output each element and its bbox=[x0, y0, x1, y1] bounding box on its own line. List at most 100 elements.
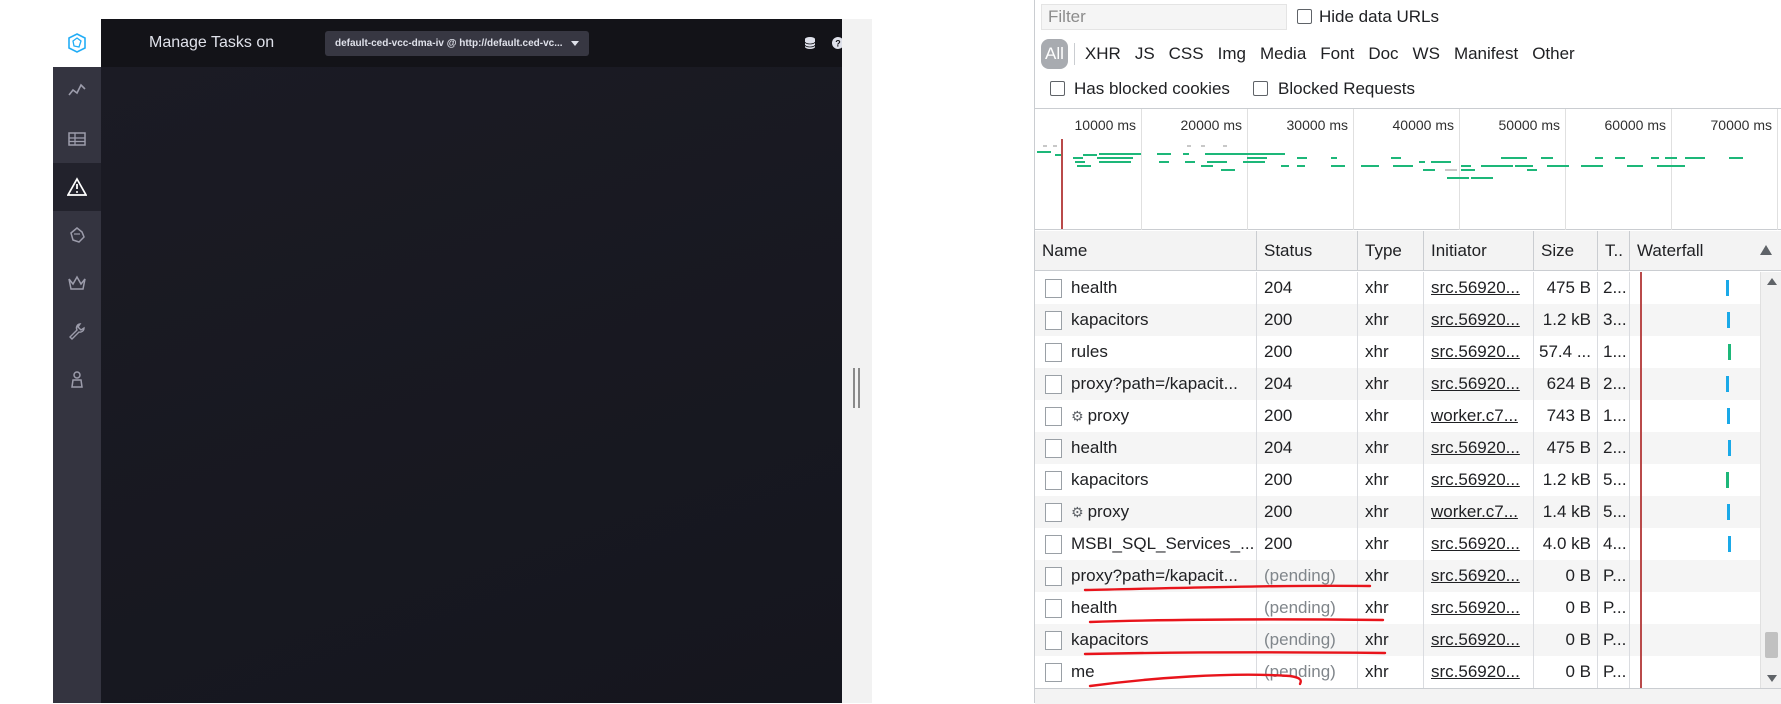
request-waterfall bbox=[1630, 368, 1760, 400]
filter-ws[interactable]: WS bbox=[1407, 39, 1446, 69]
network-request-row[interactable]: me (pending) xhr src.56920... 0 B P... bbox=[1035, 656, 1760, 688]
column-header-initiator[interactable]: Initiator bbox=[1424, 231, 1534, 270]
network-request-row[interactable]: health 204 xhr src.56920... 475 B 2... bbox=[1035, 272, 1760, 304]
filter-manifest[interactable]: Manifest bbox=[1448, 39, 1524, 69]
has-blocked-cookies-checkbox[interactable] bbox=[1050, 81, 1065, 96]
request-initiator[interactable]: worker.c7... bbox=[1424, 400, 1534, 432]
filter-xhr[interactable]: XHR bbox=[1079, 39, 1127, 69]
source-dropdown[interactable]: default-ced-vcc-dma-iv @ http://default.… bbox=[325, 31, 589, 56]
hide-data-urls-label: Hide data URLs bbox=[1319, 7, 1440, 26]
filter-other[interactable]: Other bbox=[1526, 39, 1581, 69]
nav-dashboards[interactable] bbox=[53, 115, 101, 163]
filter-js[interactable]: JS bbox=[1129, 39, 1161, 69]
panel-resize-handle[interactable] bbox=[853, 368, 861, 408]
request-name-text: proxy?path=/kapacit... bbox=[1071, 374, 1238, 393]
network-request-row[interactable]: proxy?path=/kapacit... 204 xhr src.56920...… bbox=[1035, 368, 1760, 400]
hide-data-urls-checkbox[interactable] bbox=[1297, 9, 1312, 24]
filter-font[interactable]: Font bbox=[1314, 39, 1360, 69]
network-request-row[interactable]: ⚙ proxy 200 xhr worker.c7... 1.4 kB 5... bbox=[1035, 496, 1760, 528]
scroll-up-arrow-icon[interactable] bbox=[1767, 278, 1777, 285]
network-request-row[interactable]: proxy?path=/kapacit... (pending) xhr src.56… bbox=[1035, 560, 1760, 592]
request-status: (pending) bbox=[1257, 624, 1358, 656]
request-status: (pending) bbox=[1257, 560, 1358, 592]
service-worker-gear-icon: ⚙ bbox=[1071, 504, 1084, 520]
devtools-network-panel: Hide data URLs All XHR JS CSS Img Media … bbox=[1034, 0, 1781, 704]
request-size: 1.2 kB bbox=[1534, 304, 1598, 336]
scrollbar-thumb[interactable] bbox=[1765, 632, 1778, 658]
request-name: proxy?path=/kapacit... bbox=[1035, 368, 1257, 400]
request-waterfall bbox=[1630, 656, 1760, 688]
network-request-row[interactable]: MSBI_SQL_Services_... 200 xhr src.56920... 4… bbox=[1035, 528, 1760, 560]
request-initiator[interactable]: src.56920... bbox=[1424, 336, 1534, 368]
request-name: ⚙ proxy bbox=[1035, 400, 1257, 432]
column-header-type[interactable]: Type bbox=[1358, 231, 1424, 270]
filter-media[interactable]: Media bbox=[1254, 39, 1312, 69]
help-icon[interactable]: ? bbox=[831, 36, 842, 50]
request-initiator[interactable]: src.56920... bbox=[1424, 528, 1534, 560]
request-name: health bbox=[1035, 432, 1257, 464]
waterfall-timing-bar bbox=[1728, 536, 1731, 552]
request-initiator[interactable]: src.56920... bbox=[1424, 624, 1534, 656]
request-status: 200 bbox=[1257, 496, 1358, 528]
network-grid-header: Name Status Type Initiator Size T.. Wate… bbox=[1035, 231, 1781, 271]
request-initiator[interactable]: src.56920... bbox=[1424, 656, 1534, 688]
nav-host-list[interactable] bbox=[53, 67, 101, 115]
network-request-row[interactable]: ⚙ proxy 200 xhr worker.c7... 743 B 1... bbox=[1035, 400, 1760, 432]
request-initiator[interactable]: src.56920... bbox=[1424, 368, 1534, 400]
request-initiator[interactable]: worker.c7... bbox=[1424, 496, 1534, 528]
request-name: health bbox=[1035, 272, 1257, 304]
request-name: rules bbox=[1035, 336, 1257, 368]
network-request-row[interactable]: rules 200 xhr src.56920... 57.4 ... 1... bbox=[1035, 336, 1760, 368]
request-waterfall bbox=[1630, 400, 1760, 432]
network-request-row[interactable]: health (pending) xhr src.56920... 0 B P... bbox=[1035, 592, 1760, 624]
network-request-row[interactable]: health 204 xhr src.56920... 475 B 2... bbox=[1035, 432, 1760, 464]
column-header-waterfall[interactable]: Waterfall bbox=[1630, 231, 1781, 270]
request-type: xhr bbox=[1358, 400, 1424, 432]
column-header-time[interactable]: T.. bbox=[1598, 231, 1630, 270]
request-type: xhr bbox=[1358, 592, 1424, 624]
column-header-name[interactable]: Name bbox=[1035, 231, 1257, 270]
column-header-size[interactable]: Size bbox=[1534, 231, 1598, 270]
request-time: P... bbox=[1598, 624, 1630, 656]
network-request-row[interactable]: kapacitors 200 xhr src.56920... 1.2 kB 3... bbox=[1035, 304, 1760, 336]
network-request-row[interactable]: kapacitors (pending) xhr src.56920... 0 B P..… bbox=[1035, 624, 1760, 656]
chronograf-logo[interactable] bbox=[53, 19, 101, 67]
nav-alerting[interactable] bbox=[53, 163, 101, 211]
filter-img[interactable]: Img bbox=[1212, 39, 1252, 69]
network-request-row[interactable]: kapacitors 200 xhr src.56920... 1.2 kB 5... bbox=[1035, 464, 1760, 496]
request-name-text: rules bbox=[1071, 342, 1108, 361]
database-icon[interactable] bbox=[803, 36, 817, 50]
vertical-scrollbar[interactable] bbox=[1760, 272, 1781, 688]
blocked-requests-checkbox[interactable] bbox=[1253, 81, 1268, 96]
filter-separator bbox=[1073, 43, 1075, 65]
filter-doc[interactable]: Doc bbox=[1362, 39, 1404, 69]
request-waterfall bbox=[1630, 304, 1760, 336]
page-header: Manage Tasks on default-ced-vcc-dma-iv @… bbox=[101, 19, 842, 67]
nav-configuration[interactable] bbox=[53, 307, 101, 355]
column-header-status[interactable]: Status bbox=[1257, 231, 1358, 270]
chevron-down-icon bbox=[571, 41, 579, 46]
request-size: 0 B bbox=[1534, 624, 1598, 656]
request-initiator[interactable]: src.56920... bbox=[1424, 304, 1534, 336]
scroll-down-arrow-icon[interactable] bbox=[1767, 675, 1777, 682]
waterfall-timing-bar bbox=[1727, 504, 1730, 520]
request-type: xhr bbox=[1358, 624, 1424, 656]
request-initiator[interactable]: src.56920... bbox=[1424, 560, 1534, 592]
request-initiator[interactable]: src.56920... bbox=[1424, 592, 1534, 624]
filter-css[interactable]: CSS bbox=[1163, 39, 1210, 69]
request-size: 57.4 ... bbox=[1534, 336, 1598, 368]
request-type: xhr bbox=[1358, 528, 1424, 560]
request-size: 0 B bbox=[1534, 592, 1598, 624]
request-initiator[interactable]: src.56920... bbox=[1424, 272, 1534, 304]
nav-admin[interactable] bbox=[53, 259, 101, 307]
request-initiator[interactable]: src.56920... bbox=[1424, 432, 1534, 464]
nav-user[interactable] bbox=[53, 355, 101, 403]
request-status: 200 bbox=[1257, 528, 1358, 560]
filter-input[interactable] bbox=[1041, 4, 1287, 30]
request-initiator[interactable]: src.56920... bbox=[1424, 464, 1534, 496]
timeline-overview[interactable]: 10000 ms 20000 ms 30000 ms 40000 ms 5000… bbox=[1035, 108, 1781, 230]
request-name-text: kapacitors bbox=[1071, 630, 1149, 649]
filter-all[interactable]: All bbox=[1041, 39, 1068, 69]
nav-log-viewer[interactable] bbox=[53, 211, 101, 259]
network-request-list: health 204 xhr src.56920... 475 B 2... kapacit… bbox=[1035, 272, 1760, 688]
